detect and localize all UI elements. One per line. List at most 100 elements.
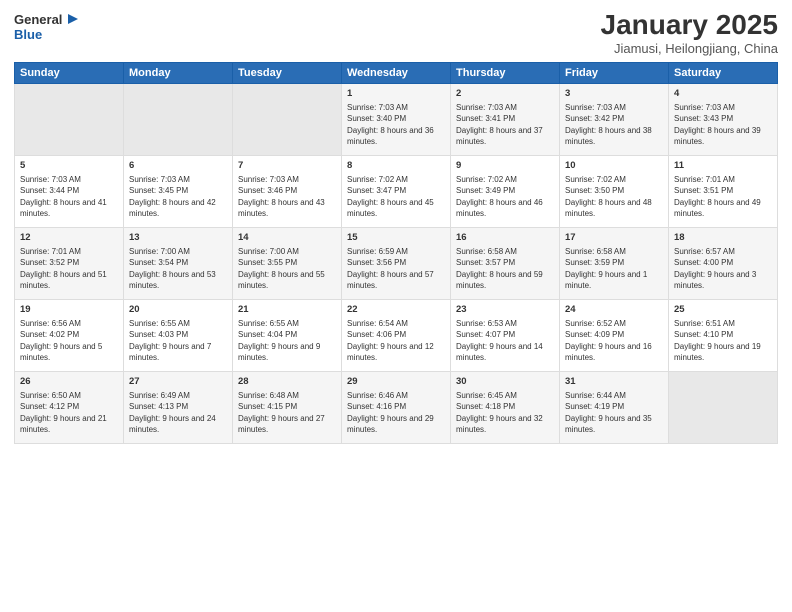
header-row: Sunday Monday Tuesday Wednesday Thursday… [15, 62, 778, 83]
day-number: 15 [347, 232, 445, 245]
day-info: Sunrise: 6:55 AMSunset: 4:04 PMDaylight:… [238, 319, 320, 362]
day-number: 17 [565, 232, 663, 245]
day-info: Sunrise: 7:02 AMSunset: 3:49 PMDaylight:… [456, 175, 543, 218]
day-number: 14 [238, 232, 336, 245]
table-cell: 15 Sunrise: 6:59 AMSunset: 3:56 PMDaylig… [342, 227, 451, 299]
table-cell: 17 Sunrise: 6:58 AMSunset: 3:59 PMDaylig… [560, 227, 669, 299]
table-cell: 3 Sunrise: 7:03 AMSunset: 3:42 PMDayligh… [560, 83, 669, 155]
day-number: 13 [129, 232, 227, 245]
day-number: 29 [347, 376, 445, 389]
day-number: 12 [20, 232, 118, 245]
day-number: 26 [20, 376, 118, 389]
day-info: Sunrise: 6:50 AMSunset: 4:12 PMDaylight:… [20, 391, 107, 434]
table-cell: 6 Sunrise: 7:03 AMSunset: 3:45 PMDayligh… [124, 155, 233, 227]
day-info: Sunrise: 7:00 AMSunset: 3:55 PMDaylight:… [238, 247, 325, 290]
day-number: 10 [565, 160, 663, 173]
col-monday: Monday [124, 62, 233, 83]
day-info: Sunrise: 7:03 AMSunset: 3:41 PMDaylight:… [456, 103, 543, 146]
table-cell: 21 Sunrise: 6:55 AMSunset: 4:04 PMDaylig… [233, 299, 342, 371]
day-number: 6 [129, 160, 227, 173]
day-info: Sunrise: 6:56 AMSunset: 4:02 PMDaylight:… [20, 319, 102, 362]
day-info: Sunrise: 7:03 AMSunset: 3:44 PMDaylight:… [20, 175, 107, 218]
table-cell: 29 Sunrise: 6:46 AMSunset: 4:16 PMDaylig… [342, 371, 451, 443]
day-number: 3 [565, 88, 663, 101]
table-cell: 8 Sunrise: 7:02 AMSunset: 3:47 PMDayligh… [342, 155, 451, 227]
day-info: Sunrise: 6:49 AMSunset: 4:13 PMDaylight:… [129, 391, 216, 434]
logo-blue: Blue [14, 28, 82, 41]
week-row-1: 1 Sunrise: 7:03 AMSunset: 3:40 PMDayligh… [15, 83, 778, 155]
day-number: 22 [347, 304, 445, 317]
day-number: 30 [456, 376, 554, 389]
day-info: Sunrise: 6:52 AMSunset: 4:09 PMDaylight:… [565, 319, 652, 362]
day-info: Sunrise: 6:51 AMSunset: 4:10 PMDaylight:… [674, 319, 761, 362]
day-info: Sunrise: 7:03 AMSunset: 3:43 PMDaylight:… [674, 103, 761, 146]
day-number: 27 [129, 376, 227, 389]
table-cell: 5 Sunrise: 7:03 AMSunset: 3:44 PMDayligh… [15, 155, 124, 227]
day-info: Sunrise: 6:57 AMSunset: 4:00 PMDaylight:… [674, 247, 756, 290]
table-cell: 13 Sunrise: 7:00 AMSunset: 3:54 PMDaylig… [124, 227, 233, 299]
day-number: 16 [456, 232, 554, 245]
day-info: Sunrise: 7:03 AMSunset: 3:40 PMDaylight:… [347, 103, 434, 146]
day-number: 28 [238, 376, 336, 389]
week-row-5: 26 Sunrise: 6:50 AMSunset: 4:12 PMDaylig… [15, 371, 778, 443]
table-cell: 1 Sunrise: 7:03 AMSunset: 3:40 PMDayligh… [342, 83, 451, 155]
table-cell: 4 Sunrise: 7:03 AMSunset: 3:43 PMDayligh… [669, 83, 778, 155]
table-cell: 22 Sunrise: 6:54 AMSunset: 4:06 PMDaylig… [342, 299, 451, 371]
col-friday: Friday [560, 62, 669, 83]
header: General Blue January 2025 Jiamusi, Heilo… [14, 10, 778, 56]
day-number: 23 [456, 304, 554, 317]
title-area: January 2025 Jiamusi, Heilongjiang, Chin… [601, 10, 778, 56]
table-cell: 10 Sunrise: 7:02 AMSunset: 3:50 PMDaylig… [560, 155, 669, 227]
table-cell: 24 Sunrise: 6:52 AMSunset: 4:09 PMDaylig… [560, 299, 669, 371]
table-cell: 30 Sunrise: 6:45 AMSunset: 4:18 PMDaylig… [451, 371, 560, 443]
table-cell: 9 Sunrise: 7:02 AMSunset: 3:49 PMDayligh… [451, 155, 560, 227]
subtitle: Jiamusi, Heilongjiang, China [601, 41, 778, 56]
col-thursday: Thursday [451, 62, 560, 83]
table-cell: 20 Sunrise: 6:55 AMSunset: 4:03 PMDaylig… [124, 299, 233, 371]
col-tuesday: Tuesday [233, 62, 342, 83]
day-info: Sunrise: 6:55 AMSunset: 4:03 PMDaylight:… [129, 319, 211, 362]
day-number: 20 [129, 304, 227, 317]
day-info: Sunrise: 6:45 AMSunset: 4:18 PMDaylight:… [456, 391, 543, 434]
col-saturday: Saturday [669, 62, 778, 83]
day-number: 25 [674, 304, 772, 317]
table-cell: 28 Sunrise: 6:48 AMSunset: 4:15 PMDaylig… [233, 371, 342, 443]
table-cell: 14 Sunrise: 7:00 AMSunset: 3:55 PMDaylig… [233, 227, 342, 299]
table-cell [233, 83, 342, 155]
page: General Blue January 2025 Jiamusi, Heilo… [0, 0, 792, 612]
table-cell: 25 Sunrise: 6:51 AMSunset: 4:10 PMDaylig… [669, 299, 778, 371]
table-cell: 19 Sunrise: 6:56 AMSunset: 4:02 PMDaylig… [15, 299, 124, 371]
table-cell: 18 Sunrise: 6:57 AMSunset: 4:00 PMDaylig… [669, 227, 778, 299]
day-number: 1 [347, 88, 445, 101]
table-cell: 2 Sunrise: 7:03 AMSunset: 3:41 PMDayligh… [451, 83, 560, 155]
day-info: Sunrise: 6:48 AMSunset: 4:15 PMDaylight:… [238, 391, 325, 434]
day-info: Sunrise: 6:54 AMSunset: 4:06 PMDaylight:… [347, 319, 434, 362]
week-row-3: 12 Sunrise: 7:01 AMSunset: 3:52 PMDaylig… [15, 227, 778, 299]
day-number: 11 [674, 160, 772, 173]
day-info: Sunrise: 7:02 AMSunset: 3:47 PMDaylight:… [347, 175, 434, 218]
logo-general: General [14, 13, 62, 26]
col-sunday: Sunday [15, 62, 124, 83]
day-info: Sunrise: 6:59 AMSunset: 3:56 PMDaylight:… [347, 247, 434, 290]
day-info: Sunrise: 6:58 AMSunset: 3:57 PMDaylight:… [456, 247, 543, 290]
day-info: Sunrise: 7:01 AMSunset: 3:51 PMDaylight:… [674, 175, 761, 218]
day-info: Sunrise: 7:03 AMSunset: 3:42 PMDaylight:… [565, 103, 652, 146]
day-info: Sunrise: 6:53 AMSunset: 4:07 PMDaylight:… [456, 319, 543, 362]
day-number: 19 [20, 304, 118, 317]
day-number: 21 [238, 304, 336, 317]
col-wednesday: Wednesday [342, 62, 451, 83]
day-info: Sunrise: 7:00 AMSunset: 3:54 PMDaylight:… [129, 247, 216, 290]
day-number: 2 [456, 88, 554, 101]
main-title: January 2025 [601, 10, 778, 41]
day-info: Sunrise: 6:44 AMSunset: 4:19 PMDaylight:… [565, 391, 652, 434]
table-cell: 12 Sunrise: 7:01 AMSunset: 3:52 PMDaylig… [15, 227, 124, 299]
table-cell: 16 Sunrise: 6:58 AMSunset: 3:57 PMDaylig… [451, 227, 560, 299]
day-number: 18 [674, 232, 772, 245]
day-info: Sunrise: 6:46 AMSunset: 4:16 PMDaylight:… [347, 391, 434, 434]
logo: General Blue [14, 10, 82, 41]
day-info: Sunrise: 6:58 AMSunset: 3:59 PMDaylight:… [565, 247, 647, 290]
table-cell: 7 Sunrise: 7:03 AMSunset: 3:46 PMDayligh… [233, 155, 342, 227]
calendar-table: Sunday Monday Tuesday Wednesday Thursday… [14, 62, 778, 444]
day-number: 5 [20, 160, 118, 173]
table-cell: 26 Sunrise: 6:50 AMSunset: 4:12 PMDaylig… [15, 371, 124, 443]
